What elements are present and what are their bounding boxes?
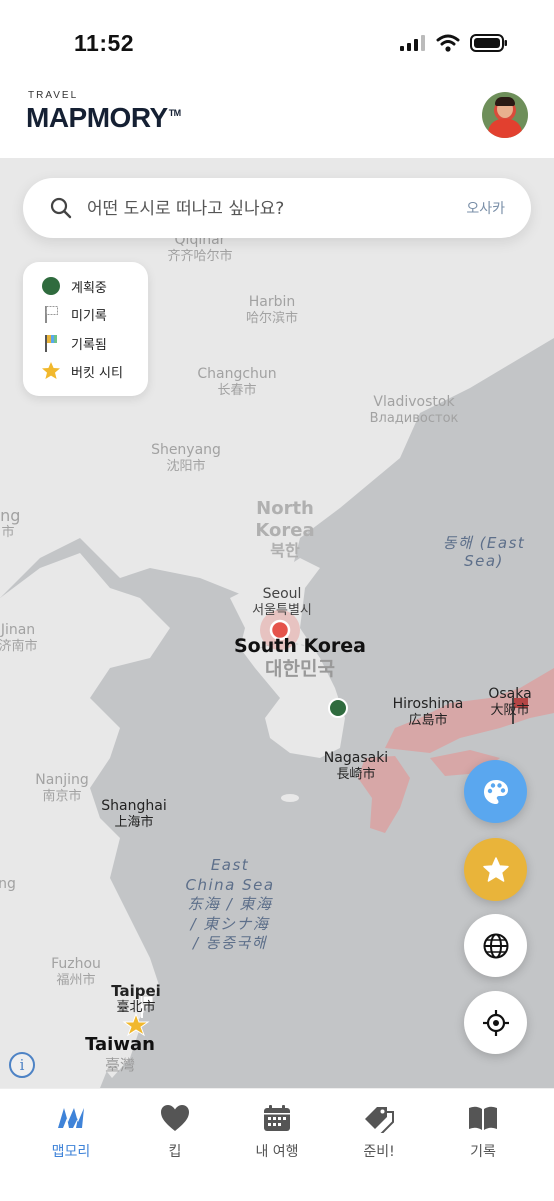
brand-trademark: TM xyxy=(168,108,182,118)
color-flag-icon xyxy=(45,335,57,352)
cellular-signal-icon xyxy=(400,35,425,51)
search-icon xyxy=(50,197,72,219)
legend-item-planned: 계획중 xyxy=(41,275,107,297)
map-label-shenyang: Shenyang 沈阳市 xyxy=(151,442,221,474)
my-location-button[interactable] xyxy=(464,991,527,1054)
legend-label: 계획중 xyxy=(71,280,107,296)
map-label-fuzhou: Fuzhou 福州市 xyxy=(51,956,101,988)
map-legend: 계획중 미기록 기록됨 버킷 시티 xyxy=(23,262,148,396)
map-label-taiwan: Taiwan 臺灣 xyxy=(85,1034,155,1074)
star-icon xyxy=(42,362,60,379)
legend-item-recorded: 기록됨 xyxy=(41,332,107,354)
tab-my-trips[interactable]: 내 여행 xyxy=(232,1101,322,1161)
map-label-east-sea: 동해 (East Sea) xyxy=(442,534,526,570)
map-label-vladivostok: Vladivostok Владивосток xyxy=(369,394,459,426)
palette-button[interactable] xyxy=(464,760,527,823)
city-search-bar[interactable]: 오사카 xyxy=(23,178,531,240)
tab-label: 내 여행 xyxy=(255,1144,299,1160)
mapmory-icon xyxy=(58,1108,84,1128)
map-label-nanjing: Nanjing 南京市 xyxy=(35,772,89,804)
tab-label: 킵 xyxy=(168,1144,182,1160)
white-flag-icon xyxy=(45,306,58,323)
globe-icon xyxy=(483,933,508,958)
legend-label: 미기록 xyxy=(71,308,107,324)
green-dot-icon xyxy=(42,277,60,295)
map-label-north-korea: North Korea 북한 xyxy=(255,498,315,561)
map-label-east-china-sea: East China Sea 东海 / 東海 / 東シナ海 / 동중국해 xyxy=(185,856,275,952)
map-label-seoul: Seoul 서울특별시 xyxy=(252,586,312,618)
map-attribution-info-icon[interactable]: i xyxy=(9,1052,35,1078)
star-icon xyxy=(482,856,509,882)
map-label-harbin: Harbin 哈尔滨市 xyxy=(245,294,299,326)
map-label-shanghai: Shanghai 上海市 xyxy=(101,798,167,830)
tab-label: 준비! xyxy=(363,1144,395,1160)
search-input[interactable] xyxy=(85,178,449,240)
globe-button[interactable] xyxy=(464,914,527,977)
brand-name: MAPMORY xyxy=(26,102,168,133)
map-label-south-korea: South Korea 대한민국 xyxy=(233,635,367,680)
avatar-hair xyxy=(495,97,515,106)
map-label-osaka: Osaka 大阪市 xyxy=(488,686,532,718)
planned-city-marker xyxy=(328,698,348,718)
legend-item-bucket: 버킷 시티 xyxy=(41,360,123,382)
tab-keep[interactable]: 킵 xyxy=(130,1101,220,1161)
map-label-beijing-partial: ing市 xyxy=(0,506,21,541)
legend-label: 기록됨 xyxy=(71,337,107,353)
avatar-shirt xyxy=(488,119,522,138)
current-city-label[interactable]: 오사카 xyxy=(466,198,505,218)
app-logo: MAPMORYTM xyxy=(26,102,181,134)
map-label-ng-partial: ng xyxy=(0,876,16,892)
tab-prepare[interactable]: 준비! xyxy=(334,1101,424,1161)
tab-label: 맵모리 xyxy=(51,1144,91,1160)
map-label-nagasaki: Nagasaki 長崎市 xyxy=(323,750,389,782)
heart-icon xyxy=(161,1105,189,1131)
wifi-icon xyxy=(436,34,460,52)
map-label-taipei: Taipei 臺北市 xyxy=(111,982,161,1015)
crosshair-icon xyxy=(482,1009,509,1036)
legend-item-unrecorded: 미기록 xyxy=(41,303,107,325)
brand-tagline: TRAVEL xyxy=(28,90,79,101)
profile-avatar[interactable] xyxy=(482,92,528,138)
jeju-island xyxy=(281,794,299,802)
info-symbol: i xyxy=(19,1056,25,1074)
tab-records[interactable]: 기록 xyxy=(438,1101,528,1161)
legend-label: 버킷 시티 xyxy=(71,365,123,381)
tab-mapmory[interactable]: 맵모리 xyxy=(26,1101,116,1161)
map-label-hiroshima: Hiroshima 広島市 xyxy=(392,696,464,728)
status-icons xyxy=(400,34,508,52)
map-label-changchun: Changchun 长春市 xyxy=(197,366,277,398)
tag-icon xyxy=(365,1107,394,1133)
battery-icon xyxy=(470,34,507,52)
status-time: 11:52 xyxy=(74,30,135,56)
bottom-tab-bar: 맵모리 킵 내 여행 준비! 기록 xyxy=(0,1088,554,1201)
app-header: TRAVEL MAPMORYTM xyxy=(0,80,554,158)
book-icon xyxy=(469,1106,497,1130)
palette-icon xyxy=(483,779,508,804)
tab-label: 기록 xyxy=(470,1144,496,1160)
bucket-star-button[interactable] xyxy=(464,838,527,901)
status-bar: 11:52 xyxy=(0,0,554,80)
calendar-icon xyxy=(264,1105,290,1131)
map-label-jinan: Jinan 济南市 xyxy=(0,622,38,654)
